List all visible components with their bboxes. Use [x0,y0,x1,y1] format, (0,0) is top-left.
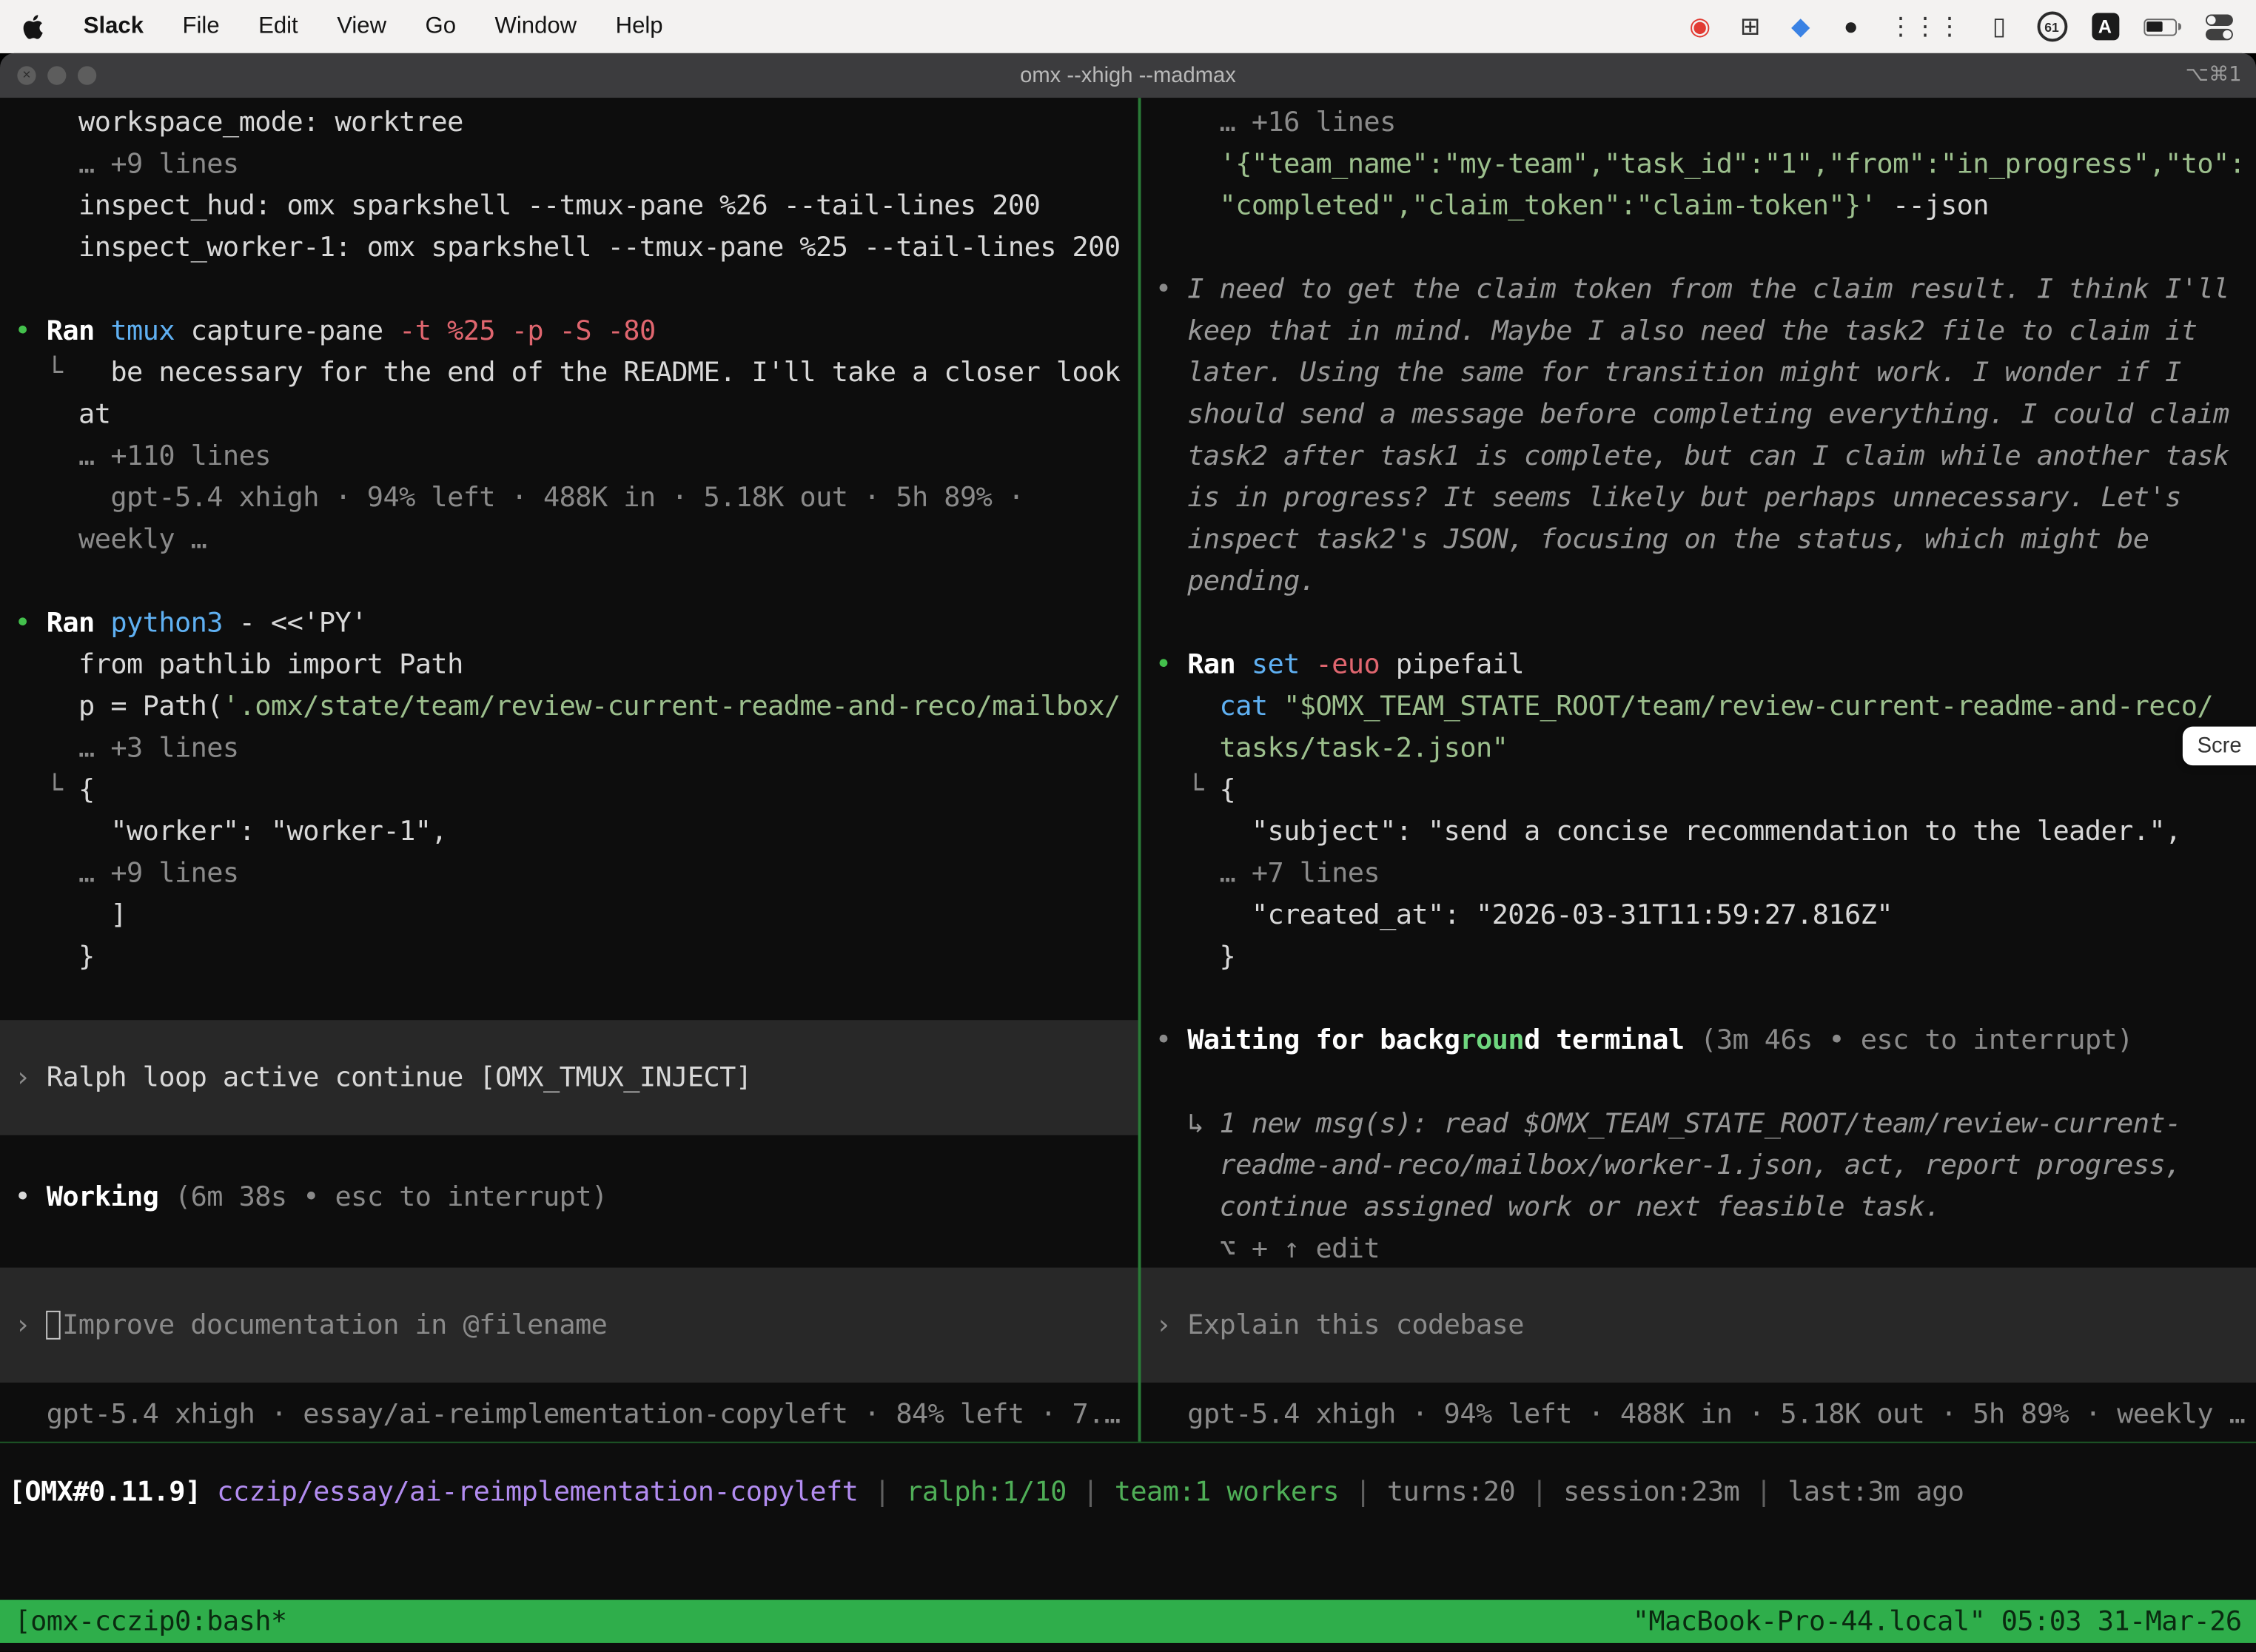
battery-icon[interactable] [2143,11,2181,43]
tmux-pane-left[interactable]: workspace_mode: worktree … +9 lines insp… [0,98,1138,1442]
omx-status-line: [OMX#0.11.9] cczip/essay/ai-reimplementa… [0,1472,2256,1514]
tmux-host-clock: "MacBook-Pro-44.local" 05:03 31-Mar-26 [1633,1605,2242,1637]
terminal-line: └ { [0,770,1138,811]
screen-notification[interactable]: Scre [2183,727,2256,765]
session-footer: gpt-5.4 xhigh · 94% left · 488K in · 5.1… [1141,1394,2256,1436]
terminal-line: • Ran python3 - <<'PY' [0,602,1138,644]
terminal-line: … +3 lines [0,728,1138,770]
terminal-line: task2 after task1 is complete, but can I… [1141,436,2256,477]
minimize-window-button[interactable] [47,66,66,84]
session-footer: gpt-5.4 xhigh · essay/ai-reimplementatio… [0,1394,1138,1436]
terminal-line: readme-and-reco/mailbox/worker-1.json, a… [1141,1145,2256,1186]
terminal-line [1141,602,2256,644]
terminal-line: workspace_mode: worktree [0,102,1138,144]
phone-icon[interactable]: ▯ [1987,11,2012,43]
terminal-line: … +7 lines [1141,853,2256,895]
dark-app-icon[interactable]: ● [1838,11,1864,43]
terminal-line: pending. [1141,561,2256,602]
tmux-pane-bottom: [OMX#0.11.9] cczip/essay/ai-reimplementa… [0,1443,2256,1600]
close-window-button[interactable]: × [17,66,36,84]
terminal-line: from pathlib import Path [0,645,1138,686]
terminal-line: … +110 lines [0,436,1138,477]
control-center-icon[interactable] [2206,11,2233,43]
screen-recording-indicator-icon[interactable]: ◉ [1687,11,1713,43]
window-title-bar[interactable]: × omx --xhigh --madmax ⌥⌘1 [0,53,2256,98]
blue-app-icon[interactable]: ◆ [1787,11,1813,43]
terminal-line: } [0,936,1138,978]
terminal-line: should send a message before completing … [1141,394,2256,436]
terminal-line [1141,978,2256,1020]
terminal-line: … +16 lines [1141,102,2256,144]
window-shortcut-hint: ⌥⌘1 [2186,64,2242,87]
apple-menu[interactable] [23,13,44,39]
terminal-line [0,269,1138,311]
terminal-line [0,1218,1138,1260]
terminal-line: later. Using the same for transition mig… [1141,352,2256,394]
terminal-line: • Ran set -euo pipefail [1141,645,2256,686]
menu-app-name[interactable]: Slack [84,13,144,39]
terminal-line: "subject": "send a concise recommendatio… [1141,811,2256,853]
prompt-input[interactable]: › Explain this codebase [1141,1268,2256,1383]
terminal-line: cat "$OMX_TEAM_STATE_ROOT/team/review-cu… [1141,686,2256,728]
terminal-line: weekly … [0,520,1138,561]
terminal-line: "completed","claim_token":"claim-token"}… [1141,186,2256,227]
terminal-line: … +9 lines [0,144,1138,185]
ralph-loop-banner[interactable]: › Ralph loop active continue [OMX_TMUX_I… [0,1020,1138,1135]
menu-view[interactable]: View [337,13,386,39]
dots-grid-icon[interactable]: ⋮⋮⋮ [1888,11,1961,43]
terminal-line [0,561,1138,602]
terminal-window: × omx --xhigh --madmax ⌥⌘1 workspace_mod… [0,53,2256,1652]
apple-logo-icon [23,13,44,39]
terminal-line: '{"team_name":"my-team","task_id":"1","f… [1141,144,2256,185]
terminal-line: at [0,394,1138,436]
tmux-status-bar: [omx-cczip0:bash* "MacBook-Pro-44.local"… [0,1600,2256,1643]
menu-window[interactable]: Window [495,13,577,39]
terminal-line: inspect task2's JSON, focusing on the st… [1141,520,2256,561]
input-source-icon[interactable]: A [2091,13,2118,40]
prompt-input[interactable]: › Improve documentation in @filename [0,1268,1138,1383]
terminal-line: └ be necessary for the end of the README… [0,352,1138,394]
zoom-window-button[interactable] [78,66,96,84]
terminal-line: keep that in mind. Maybe I also need the… [1141,311,2256,352]
thinking-text: • I need to get the claim token from the… [1141,269,2256,311]
tmux-pane-right[interactable]: … +16 lines '{"team_name":"my-team","tas… [1141,98,2256,1442]
terminal-line: "worker": "worker-1", [0,811,1138,853]
menu-edit[interactable]: Edit [258,13,298,39]
waiting-status: • Waiting for background terminal (3m 46… [1141,1020,2256,1061]
menu-help[interactable]: Help [616,13,663,39]
tmux-session-label: [omx-cczip0:bash* [14,1605,286,1637]
terminal-line [0,978,1138,1020]
terminal-line: … +9 lines [0,853,1138,895]
menu-go[interactable]: Go [426,13,456,39]
terminal-line [0,1135,1138,1177]
terminal-line: inspect_worker-1: omx sparkshell --tmux-… [0,227,1138,269]
terminal-line: inspect_hud: omx sparkshell --tmux-pane … [0,186,1138,227]
terminal-line: ] [0,895,1138,936]
terminal-line [1141,227,2256,269]
terminal-line: • Ran tmux capture-pane -t %25 -p -S -80 [0,311,1138,352]
terminal-line: } [1141,936,2256,978]
screen: Slack File Edit View Go Window Help ◉ ⊞ ◆ ● ⋮⋮⋮ ▯ 6… [0,0,2256,1652]
terminal-line: "created_at": "2026-03-31T11:59:27.816Z" [1141,895,2256,936]
menu-file[interactable]: File [183,13,220,39]
terminal-line: p = Path('.omx/state/team/review-current… [0,686,1138,728]
grid-app-icon[interactable]: ⊞ [1737,11,1763,43]
terminal-line: └ { [1141,770,2256,811]
terminal-line [1141,1062,2256,1104]
terminal-line: is in progress? It seems likely but perh… [1141,477,2256,519]
terminal-line: continue assigned work or next feasible … [1141,1187,2256,1229]
text-cursor [47,1311,61,1340]
menu-bar: Slack File Edit View Go Window Help ◉ ⊞ ◆ ● ⋮⋮⋮ ▯ 6… [0,0,2256,53]
terminal-line: ⌥ + ↑ edit [1141,1229,2256,1270]
battery-gauge-icon[interactable]: 61 [2037,12,2067,42]
terminal-line: tasks/task-2.json" [1141,728,2256,770]
working-status: • Working (6m 38s • esc to interrupt) [0,1177,1138,1218]
terminal-line: gpt-5.4 xhigh · 94% left · 488K in · 5.1… [0,477,1138,519]
terminal-line: ↳ 1 new msg(s): read $OMX_TEAM_STATE_ROO… [1141,1104,2256,1145]
window-title: omx --xhigh --madmax [0,64,2256,88]
terminal-content: workspace_mode: worktree … +9 lines insp… [0,98,2256,1651]
